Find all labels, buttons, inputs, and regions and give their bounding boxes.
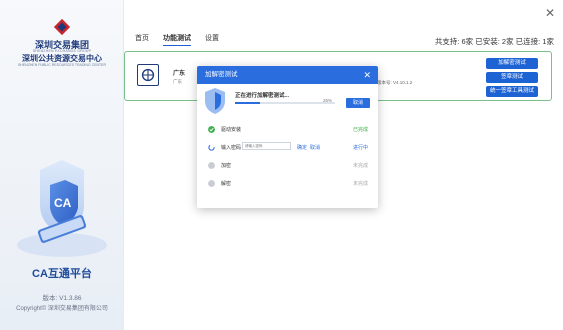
cancel-button[interactable]: 取消 <box>346 98 370 108</box>
sidebar: 深圳交易集团 SHENZHEN EXCHANGE GROUP 深圳公共资源交易中… <box>0 0 124 330</box>
progress-bar-fill <box>235 102 260 104</box>
cancel-link[interactable]: 取消 <box>310 144 320 151</box>
copyright-label: Copyright© 深圳交易集团有限公司 <box>16 306 108 312</box>
step-label: 解密 <box>221 181 232 187</box>
pending-icon <box>208 162 215 169</box>
step-row: 驱动安装 已完成 <box>197 121 378 139</box>
step-status: 未完成 <box>352 163 368 169</box>
tab-function-test[interactable]: 功能测试 <box>163 33 191 46</box>
main-nav: 首页 功能测试 设置 <box>135 33 219 46</box>
group-logo-icon <box>53 18 71 36</box>
encrypt-test-dialog: 加解密测试 ✕ 正在进行加解密测试... 25% 取消 驱动安装 已完成 输入密 <box>197 66 378 208</box>
step-status: 已完成 <box>352 127 368 133</box>
progress-title: 正在进行加解密测试... <box>235 93 290 99</box>
step-label: 驱动安装 <box>221 127 242 133</box>
tab-home[interactable]: 首页 <box>135 33 149 46</box>
step-row: 输入密码 确定 取消 进行中 <box>197 139 378 157</box>
encrypt-test-button[interactable]: 加解密测试 <box>486 58 538 69</box>
progress-bar <box>235 102 335 104</box>
device-subtitle: 广东 <box>173 79 182 84</box>
shield-icon <box>205 88 225 114</box>
progress-percent: 25% <box>323 98 333 103</box>
progress-area: 正在进行加解密测试... 25% 取消 <box>197 84 378 118</box>
unified-signature-test-button[interactable]: 统一签章工具测试 <box>486 86 538 97</box>
ca-illustration-icon: CA <box>17 160 107 257</box>
svg-text:CA: CA <box>54 196 72 210</box>
password-input[interactable] <box>242 142 291 150</box>
device-name: 广东 <box>173 71 186 77</box>
version-label: 版本: V1.3.86 <box>42 295 82 302</box>
dialog-header: 加解密测试 ✕ <box>197 66 378 84</box>
check-icon <box>208 126 215 133</box>
support-status: 共支持: 6家 已安装: 2家 已连接: 1家 <box>434 37 554 46</box>
step-status: 未完成 <box>352 181 368 187</box>
step-label: 加密 <box>221 163 232 169</box>
confirm-link[interactable]: 确定 <box>297 144 307 151</box>
dialog-close-icon[interactable]: ✕ <box>363 66 371 84</box>
signature-test-button[interactable]: 签章测试 <box>486 72 538 83</box>
platform-title: CA互通平台 <box>32 268 92 280</box>
step-row: 加密 未完成 <box>197 157 378 175</box>
window-close-icon[interactable]: ✕ <box>545 6 555 20</box>
step-label: 输入密码 <box>221 145 242 151</box>
pending-icon <box>208 180 215 187</box>
center-subtitle: SHENZHEN PUBLIC RESOURCES TRADING CENTER <box>17 63 107 67</box>
device-version: 版本号: V4.10.1.2 <box>377 80 413 85</box>
ca-device-icon <box>137 64 159 86</box>
loading-icon <box>208 144 215 151</box>
dialog-title: 加解密测试 <box>205 71 238 78</box>
step-status: 进行中 <box>352 145 368 151</box>
step-list: 驱动安装 已完成 输入密码 确定 取消 进行中 加密 未完成 解密 未完成 <box>197 121 378 193</box>
tab-settings[interactable]: 设置 <box>205 33 219 46</box>
step-row: 解密 未完成 <box>197 175 378 193</box>
